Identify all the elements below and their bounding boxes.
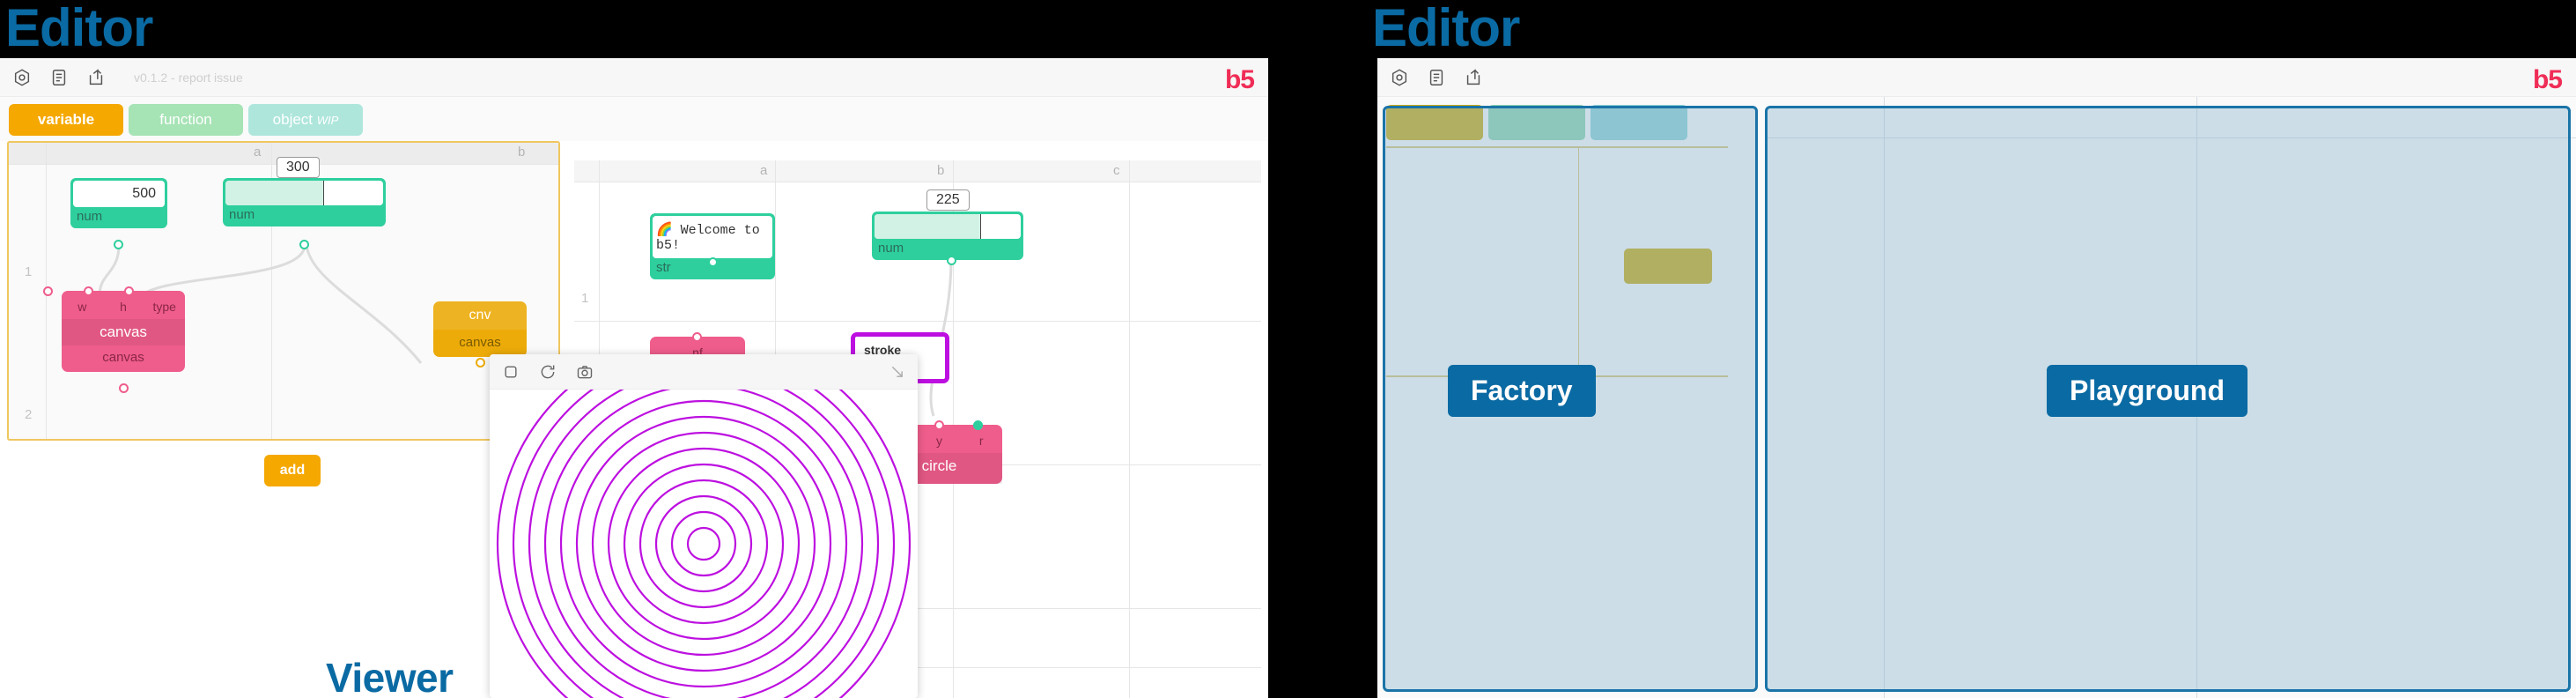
node-canvas-name: canvas: [62, 319, 185, 345]
node-circle-in-r[interactable]: [973, 420, 983, 430]
node-num-225-value-bubble[interactable]: 225: [926, 189, 970, 211]
left-panel: Editor v0.1.2 - report issue b5 variable…: [0, 0, 1268, 698]
node-canvas-port-w[interactable]: w: [62, 291, 103, 319]
node-num-300[interactable]: num: [223, 178, 386, 226]
node-num-300-type: num: [229, 207, 255, 222]
share-icon[interactable]: [86, 68, 106, 87]
right-panel: Editor b5 Factory Playground: [1367, 0, 2576, 698]
sheet-a-row-2: 2: [25, 407, 33, 422]
node-num-500-output-port[interactable]: [114, 240, 123, 249]
node-cnv[interactable]: cnv canvas: [433, 301, 527, 357]
node-canvas-in-h[interactable]: [84, 286, 93, 296]
sheet-a: a b 1 2 500 num num 300 w h type canvas …: [7, 141, 560, 441]
right-panel-title: Editor: [1372, 0, 1520, 57]
node-num-225-output-port[interactable]: [947, 256, 956, 265]
resize-handle-icon[interactable]: [889, 364, 907, 380]
sheet-b-col-b: b: [937, 163, 945, 178]
tab-object-label: object: [272, 111, 314, 128]
variable-type-tabs: variable function object WIP: [0, 97, 1268, 141]
left-panel-title: Editor: [5, 0, 153, 57]
tab-function-label: function: [159, 111, 212, 128]
node-cnv-output-port[interactable]: [476, 358, 485, 368]
document-icon[interactable]: [49, 68, 69, 87]
node-circle-port-r[interactable]: r: [960, 425, 1002, 453]
annotation-label-factory: Factory: [1448, 365, 1596, 417]
target-icon[interactable]: [1390, 68, 1409, 87]
node-circle-in-y[interactable]: [934, 420, 944, 430]
node-cnv-sub: canvas: [459, 335, 501, 350]
version-label[interactable]: v0.1.2 - report issue: [134, 71, 243, 85]
annotation-label-playground: Playground: [2047, 365, 2248, 417]
left-app-window: v0.1.2 - report issue b5 variable functi…: [0, 58, 1268, 698]
node-canvas-port-type[interactable]: type: [144, 291, 185, 319]
sheet-a-row-1: 1: [25, 264, 33, 279]
add-variable-button[interactable]: add: [264, 455, 321, 486]
sheet-b-header-row: [574, 160, 1261, 182]
refresh-icon[interactable]: [539, 363, 557, 381]
brand-logo: b5: [1224, 65, 1255, 94]
node-canvas-output-port[interactable]: [119, 383, 129, 393]
node-num-300-value-bubble[interactable]: 300: [277, 157, 320, 178]
share-icon[interactable]: [1464, 68, 1483, 87]
node-canvas-sub: canvas: [102, 350, 144, 365]
node-num-225-slider[interactable]: [875, 214, 1021, 239]
viewer-label: Viewer: [326, 655, 454, 698]
tab-function[interactable]: function: [129, 104, 243, 136]
viewer-toolbar: [490, 354, 918, 390]
right-app-window: b5 Factory Playground: [1377, 58, 2576, 698]
node-num-300-slider[interactable]: [225, 181, 383, 205]
sheet-a-col-b: b: [518, 145, 526, 160]
node-num-500[interactable]: 500 num: [70, 178, 167, 228]
node-canvas-port-h[interactable]: h: [103, 291, 144, 319]
sheet-b-col-a: a: [760, 163, 768, 178]
camera-icon[interactable]: [576, 363, 594, 381]
tab-object[interactable]: object WIP: [248, 104, 363, 136]
screenshot-stage: Editor v0.1.2 - report issue b5 variable…: [0, 0, 2576, 698]
sheet-a-col-a: a: [254, 145, 262, 160]
tab-object-wip: WIP: [316, 114, 339, 127]
node-no-fill-in-port[interactable]: [692, 332, 702, 342]
brand-logo: b5: [2532, 65, 2563, 94]
document-icon[interactable]: [1427, 68, 1446, 87]
node-str-welcome-output-port[interactable]: [708, 257, 718, 267]
sheet-b-col-divider-3: [1129, 160, 1130, 698]
target-icon[interactable]: [12, 68, 32, 87]
node-canvas-in-type[interactable]: [124, 286, 134, 296]
concentric-circles-sketch: [496, 390, 912, 698]
sheet-b-row-divider-1: [574, 321, 1261, 322]
viewer-sketch-canvas[interactable]: [490, 390, 918, 698]
left-app-toolbar: v0.1.2 - report issue b5: [0, 58, 1268, 97]
sheet-b-row-1: 1: [581, 291, 589, 306]
node-cnv-name: cnv: [433, 301, 527, 330]
node-num-225[interactable]: num: [872, 212, 1023, 260]
viewer-window: [490, 354, 918, 698]
tab-variable[interactable]: variable: [9, 104, 123, 136]
sheet-b-col-c: c: [1113, 163, 1120, 178]
tab-variable-label: variable: [37, 111, 95, 128]
node-canvas-ports: w h type: [62, 291, 185, 319]
node-canvas-in-w[interactable]: [43, 286, 53, 296]
node-num-500-value[interactable]: 500: [73, 181, 165, 207]
node-str-welcome-value[interactable]: 🌈 Welcome to b5!: [653, 216, 772, 258]
node-num-500-type: num: [77, 209, 103, 224]
node-str-welcome[interactable]: 🌈 Welcome to b5! str: [650, 213, 775, 279]
node-canvas[interactable]: w h type canvas canvas: [62, 291, 185, 372]
right-app-toolbar: b5: [1377, 58, 2576, 97]
node-num-300-output-port[interactable]: [299, 240, 309, 249]
stop-icon[interactable]: [502, 363, 520, 381]
